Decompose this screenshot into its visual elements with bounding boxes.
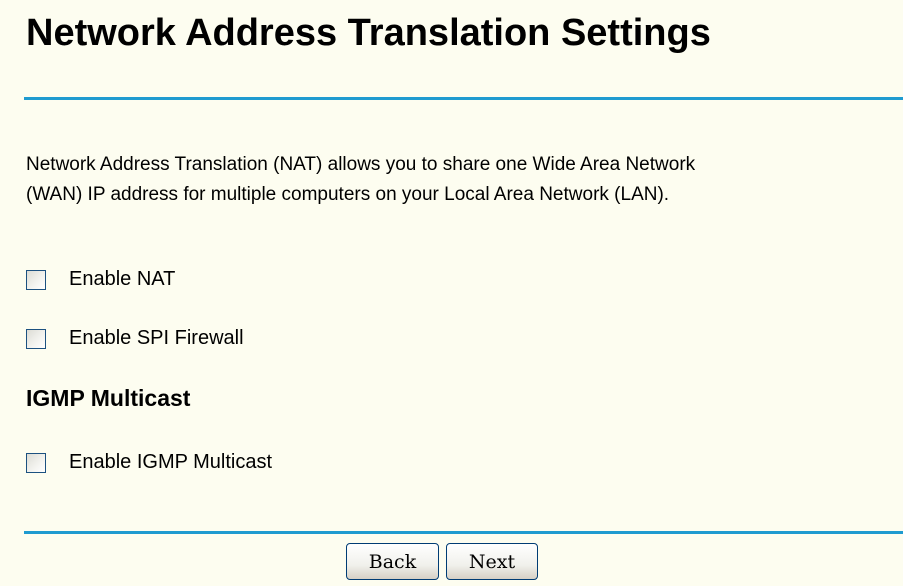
enable-spi-firewall-checkbox[interactable] [26,328,46,349]
page-title: Network Address Translation Settings [26,12,711,54]
igmp-section-heading: IGMP Multicast [26,385,191,411]
next-button[interactable]: Next [446,543,538,580]
description-line-2: (WAN) IP address for multiple computers … [26,184,670,205]
enable-igmp-multicast-row[interactable]: Enable IGMP Multicast [26,451,272,474]
enable-igmp-multicast-checkbox[interactable] [26,452,46,473]
top-divider [24,97,903,100]
bottom-divider [24,531,903,534]
enable-nat-label: Enable NAT [69,268,176,290]
back-button[interactable]: Back [346,543,439,580]
enable-spi-firewall-row[interactable]: Enable SPI Firewall [26,327,244,350]
description-line-1: Network Address Translation (NAT) allows… [26,154,696,175]
enable-nat-row[interactable]: Enable NAT [26,268,175,291]
enable-igmp-multicast-label: Enable IGMP Multicast [69,451,273,473]
enable-nat-checkbox[interactable] [26,269,46,290]
enable-spi-firewall-label: Enable SPI Firewall [69,327,244,349]
navigation-buttons: Back Next [346,543,538,580]
nat-description: Network Address Translation (NAT) allows… [26,150,886,210]
